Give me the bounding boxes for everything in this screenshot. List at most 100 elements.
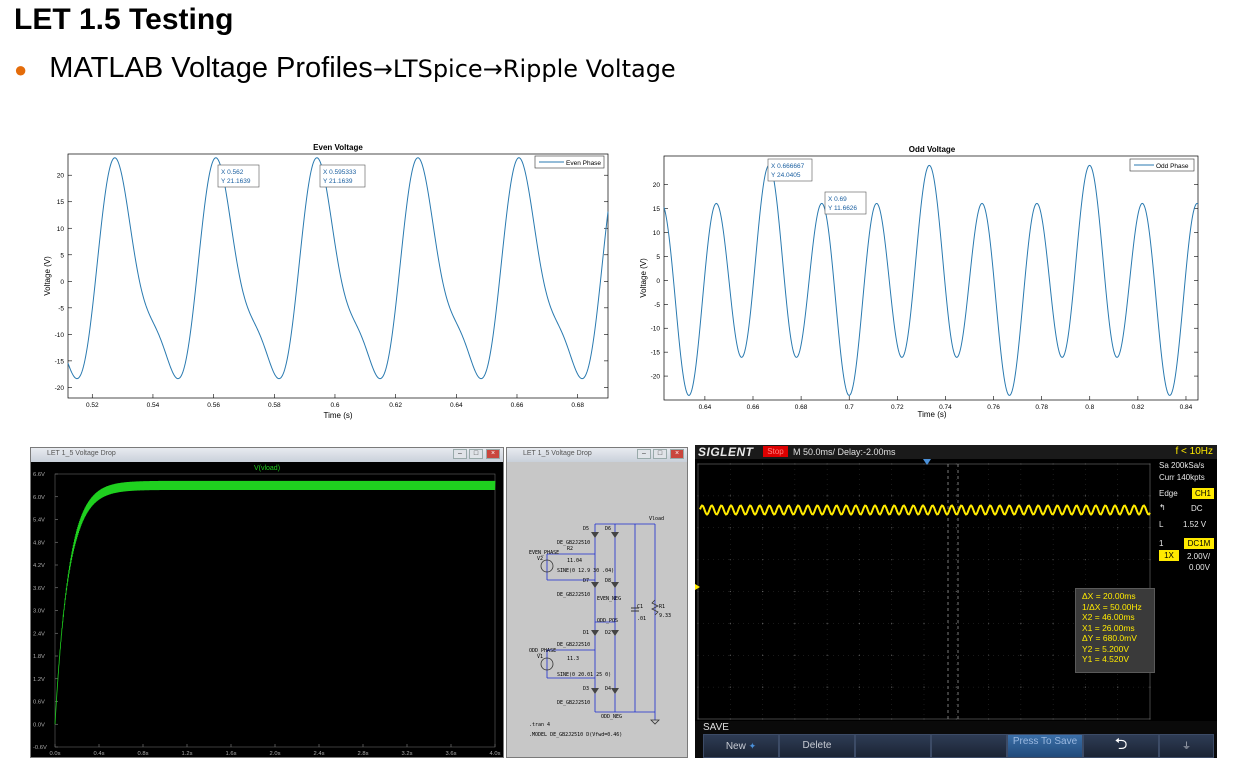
- delete-softkey-label: Delete: [802, 740, 832, 751]
- label-even-neg: EVEN_NEG: [597, 596, 621, 602]
- probe-ratio[interactable]: 1X: [1159, 550, 1179, 561]
- trigger-level-label: L: [1159, 520, 1164, 529]
- even-xtick-label: 0.58: [268, 402, 281, 409]
- new-softkey[interactable]: New ✦: [703, 734, 779, 758]
- label-c1: C1: [637, 604, 643, 610]
- maximize-button[interactable]: □: [469, 449, 483, 459]
- even-ytick-label: -5: [58, 305, 64, 312]
- even-ytick-label: 10: [57, 226, 65, 233]
- odd-xtick-label: 0.7: [845, 404, 854, 411]
- ltspice-xtick-label: 2.0s: [270, 751, 281, 757]
- even-datatip-2-x: X 0.595333: [323, 169, 357, 176]
- even-datatip-1[interactable]: X 0.562 Y 21.1639: [217, 164, 260, 188]
- trigger-level: 1.52 V: [1183, 520, 1207, 529]
- odd-voltage-plot: Odd Voltage 20 15 10 5 0 -5 -10 -15 -20 0.64 0.66…: [639, 145, 1199, 419]
- schematic-maximize-button[interactable]: □: [653, 449, 667, 459]
- ltspice-xtick-label: 0.8s: [138, 751, 149, 757]
- odd-ytick-label: 5: [656, 254, 660, 261]
- run-stop-badge[interactable]: Stop: [763, 446, 788, 457]
- odd-datatip-1-x: X 0.666667: [771, 163, 805, 170]
- label-c1-val: .01: [637, 616, 646, 622]
- ltspice-ytick-label: 3.6V: [33, 586, 45, 592]
- odd-ytick-label: 10: [653, 230, 661, 237]
- close-button[interactable]: ×: [486, 449, 500, 459]
- even-voltage-plot: Even Voltage 20 15 10 5 0 -5 -10 -15 -20 0.52 0.5…: [43, 143, 609, 420]
- odd-xtick-label: 0.82: [1132, 404, 1145, 411]
- label-model-1: DE_GB2J2510: [557, 540, 590, 546]
- label-model-3: DE_GB2J2510: [557, 642, 590, 648]
- label-odd-pos: ODD_POS: [597, 618, 618, 624]
- vload-trace-label: V(vload): [254, 465, 280, 472]
- even-plot-title: Even Voltage: [313, 143, 363, 152]
- frequency-readout: f < 10Hz: [1175, 446, 1213, 457]
- press-to-save-softkey[interactable]: Press To Save: [1007, 734, 1083, 758]
- minimize-button[interactable]: –: [453, 449, 467, 459]
- odd-xtick-label: 0.8: [1085, 404, 1094, 411]
- bullet-arrow-2: →: [482, 55, 503, 83]
- odd-legend-label: Odd Phase: [1156, 163, 1189, 170]
- slide-title: LET 1.5 Testing: [14, 3, 234, 36]
- odd-ytick-label: 0: [656, 278, 660, 285]
- meas-y2: Y2 = 5.200V: [1082, 643, 1130, 654]
- odd-ytick-label: -5: [654, 302, 660, 309]
- meas-inverse-delta-x: 1/ΔX = 50.00Hz: [1082, 601, 1142, 612]
- label-model-directive: .MODEL DE_GB2J2510 D(Vfwd=0.46): [529, 732, 622, 738]
- trigger-source[interactable]: CH1: [1192, 488, 1214, 499]
- ltspice-waveform-title: LET 1_5 Voltage Drop: [47, 450, 116, 457]
- bullet-line: ● MATLAB Voltage Profiles → LTSpice → Ri…: [14, 52, 676, 85]
- ltspice-schematic-window: LET 1_5 Voltage Drop – □ × Vload D5 D6 D…: [506, 447, 688, 758]
- cursor-measurements: ΔX = 20.00ms 1/ΔX = 50.00Hz X2 = 46.00ms…: [1075, 588, 1155, 673]
- odd-datatip-1-y: Y 24.0405: [771, 172, 801, 179]
- ltspice-ytick-label: 6.0V: [33, 495, 45, 501]
- scope-status-bar: SIGLENT Stop M 50.0ms/ Delay:-2.00ms f <…: [695, 445, 1217, 459]
- channel-coupling[interactable]: DC1M: [1184, 538, 1214, 549]
- scope-side-panel: Sa 200kSa/s Curr 140kpts Edge CH1 ↰ DC L…: [1153, 459, 1217, 721]
- channel-offset: 0.00V: [1189, 563, 1210, 572]
- ltspice-ytick-label: 3.0V: [33, 609, 45, 615]
- even-datatip-2[interactable]: X 0.595333 Y 21.1639: [319, 164, 366, 188]
- odd-datatip-1[interactable]: X 0.666667 Y 24.0405: [767, 158, 813, 182]
- timebase-readout: M 50.0ms/ Delay:-2.00ms: [793, 447, 896, 457]
- ltspice-xtick-label: 0.4s: [94, 751, 105, 757]
- label-d8: D8: [605, 578, 611, 584]
- ltspice-ytick-label: 2.4V: [33, 631, 45, 637]
- schematic-close-button[interactable]: ×: [670, 449, 684, 459]
- schematic-minimize-button[interactable]: –: [637, 449, 651, 459]
- trigger-type[interactable]: Edge: [1159, 489, 1178, 498]
- odd-plot-xlabel: Time (s): [917, 410, 946, 419]
- even-datatip-2-y: Y 21.1639: [323, 178, 353, 185]
- softkey-4[interactable]: [931, 734, 1007, 758]
- new-softkey-label: New: [725, 741, 746, 752]
- label-d4: D4: [605, 686, 611, 692]
- meas-delta-x: ΔX = 20.00ms: [1082, 591, 1136, 601]
- ltspice-waveform-plot: V(vload) 6.6V 6.0V 5.4V 4.8V 4.2V 3.6V 3.0V 2.4…: [31, 462, 503, 757]
- label-model-4: DE_GB2J2510: [557, 700, 590, 706]
- bullet-main-text: MATLAB Voltage Profiles: [49, 52, 373, 84]
- odd-ytick-label: -20: [651, 374, 661, 381]
- delete-softkey[interactable]: Delete: [779, 734, 855, 758]
- odd-datatip-2-x: X 0.69: [828, 196, 847, 203]
- ltspice-ytick-label: 6.6V: [33, 472, 45, 478]
- even-ytick-label: 20: [57, 173, 65, 180]
- return-softkey[interactable]: ⮌: [1083, 734, 1159, 758]
- knob-icon: ✦: [748, 741, 757, 751]
- bullet-dot-icon: ●: [14, 57, 28, 82]
- label-odd-neg: ODD_NEG: [601, 714, 622, 720]
- usb-softkey[interactable]: ⏚: [1159, 734, 1214, 758]
- siglent-oscilloscope: SIGLENT Stop M 50.0ms/ Delay:-2.00ms f <…: [695, 445, 1217, 758]
- meas-x2: X2 = 46.00ms: [1082, 612, 1135, 622]
- label-r2: R2: [567, 546, 573, 552]
- ltspice-ytick-label: 4.8V: [33, 540, 45, 546]
- label-sine-even: SINE(0 12.9 30 .04): [557, 568, 614, 574]
- odd-xtick-label: 0.64: [699, 404, 712, 411]
- odd-plot-ylabel: Voltage (V): [639, 258, 648, 298]
- odd-xtick-label: 0.72: [891, 404, 904, 411]
- even-xtick-label: 0.66: [511, 402, 524, 409]
- trigger-coupling: DC: [1191, 504, 1203, 513]
- label-v1-val: 11.3: [567, 656, 579, 662]
- volts-per-div: 2.00V/: [1187, 552, 1211, 561]
- odd-datatip-2[interactable]: X 0.69 Y 11.6626: [824, 191, 867, 215]
- even-ytick-label: -10: [55, 332, 65, 339]
- softkey-3[interactable]: [855, 734, 931, 758]
- return-icon: ⮌: [1114, 736, 1128, 753]
